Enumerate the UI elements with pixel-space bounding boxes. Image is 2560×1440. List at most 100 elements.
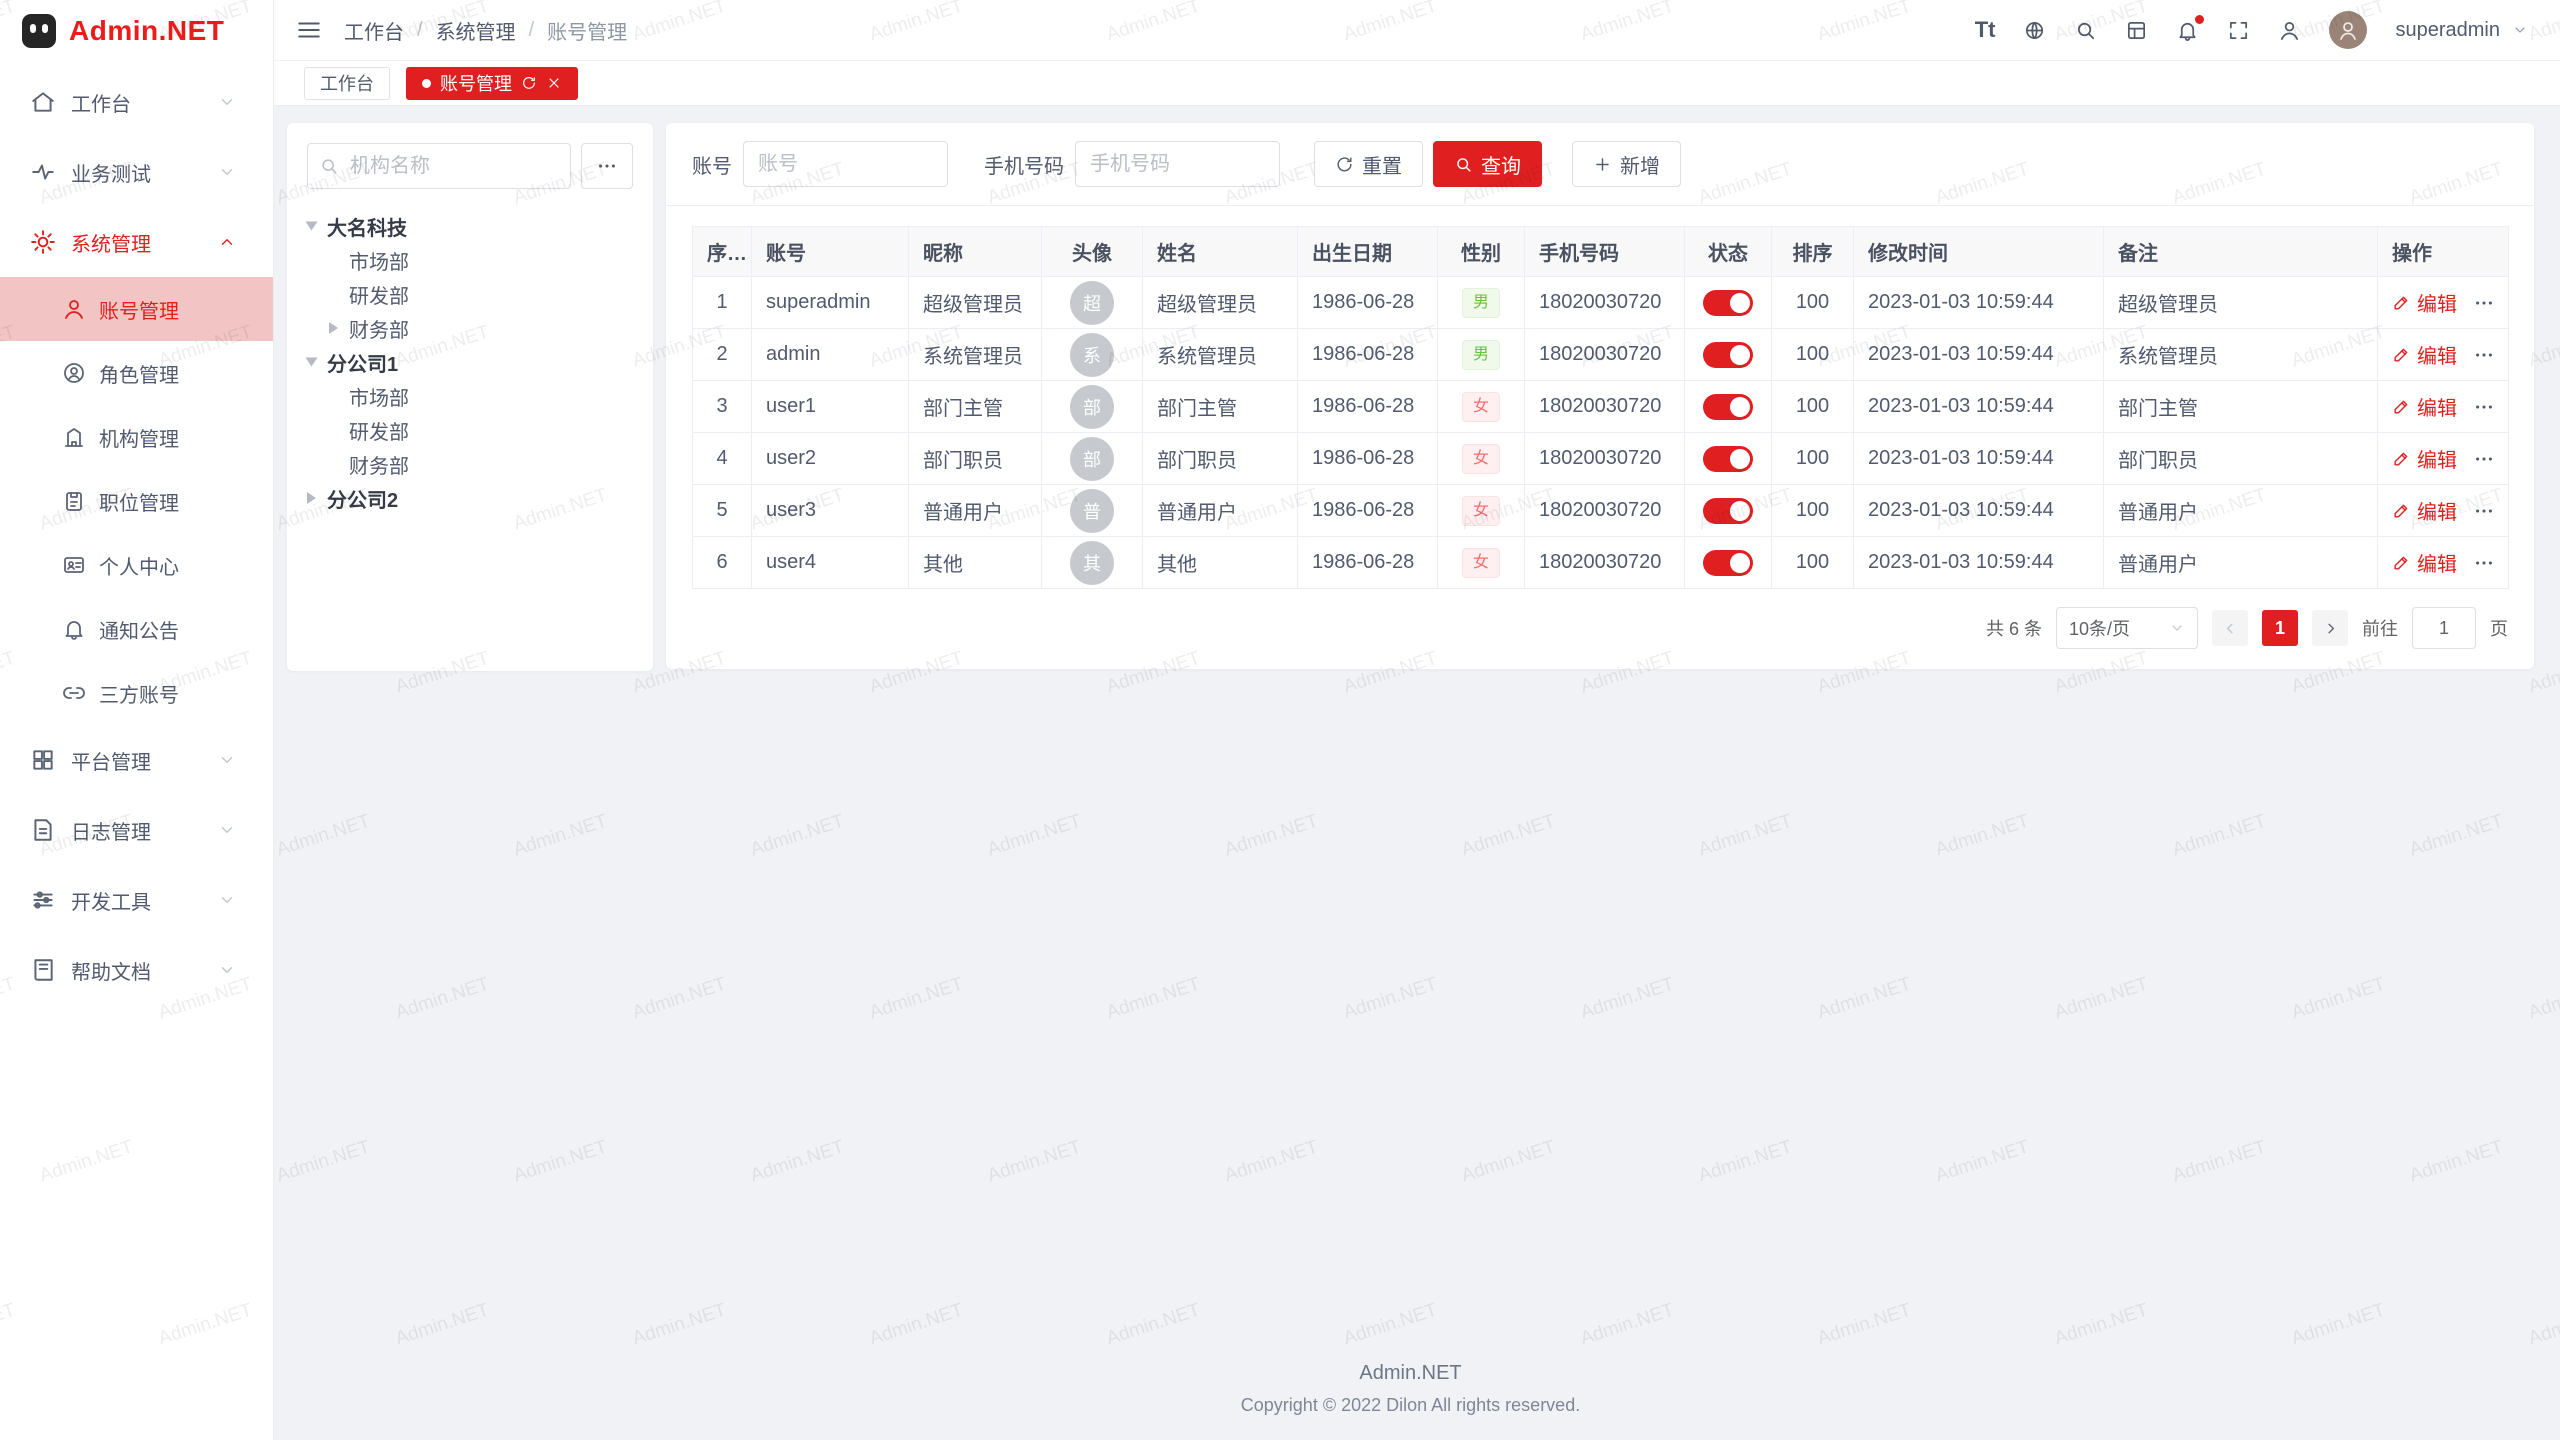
breadcrumb-separator: / <box>417 19 423 42</box>
tree-node[interactable]: 分公司1 <box>307 345 633 379</box>
edit-button[interactable]: 编辑 <box>2392 288 2457 317</box>
sidebar-item-position-management[interactable]: 职位管理 <box>0 469 273 533</box>
status-toggle[interactable] <box>1703 290 1753 316</box>
close-icon[interactable] <box>546 75 562 91</box>
column-header: 修改时间 <box>1854 227 2104 277</box>
cell-account: superadmin <box>752 277 909 329</box>
table-row: 3 user1 部门主管 部 部门主管 1986-06-28 女 1802003… <box>693 381 2509 433</box>
font-size-icon[interactable]: Tt <box>1975 19 1996 41</box>
search-icon[interactable] <box>2074 19 2097 42</box>
breadcrumb-item[interactable]: 系统管理 <box>436 16 516 45</box>
caret-collapsed-icon[interactable] <box>329 322 338 334</box>
row-more-button[interactable] <box>2473 500 2495 522</box>
status-toggle[interactable] <box>1703 446 1753 472</box>
sidebar-item-system-management[interactable]: 系统管理 <box>0 207 273 277</box>
cell-index: 4 <box>693 433 752 485</box>
reset-button[interactable]: 重置 <box>1314 141 1423 187</box>
caret-expanded-icon[interactable] <box>306 358 318 367</box>
org-search-input[interactable] <box>307 143 571 189</box>
tree-node[interactable]: 分公司2 <box>307 481 633 515</box>
prev-page-button[interactable] <box>2212 610 2248 646</box>
edit-button[interactable]: 编辑 <box>2392 340 2457 369</box>
hamburger-menu-icon[interactable] <box>296 17 322 43</box>
sidebar-item-log-management[interactable]: 日志管理 <box>0 795 273 865</box>
phone-filter-label: 手机号码 <box>984 150 1064 179</box>
refresh-icon <box>1335 155 1354 174</box>
sidebar-item-org-management[interactable]: 机构管理 <box>0 405 273 469</box>
fullscreen-icon[interactable] <box>2227 19 2250 42</box>
tree-node[interactable]: 市场部 <box>307 379 633 413</box>
sidebar-item-label: 机构管理 <box>99 423 179 452</box>
logo-text: Admin.NET <box>69 15 224 47</box>
chevron-down-icon[interactable] <box>2512 22 2528 38</box>
tree-node[interactable]: 研发部 <box>307 277 633 311</box>
sidebar-item-dev-tools[interactable]: 开发工具 <box>0 865 273 935</box>
sidebar-item-platform-management[interactable]: 平台管理 <box>0 725 273 795</box>
ellipsis-icon <box>596 155 618 177</box>
tab-workbench[interactable]: 工作台 <box>304 67 390 100</box>
sidebar-item-third-party-account[interactable]: 三方账号 <box>0 661 273 725</box>
status-toggle[interactable] <box>1703 342 1753 368</box>
status-toggle[interactable] <box>1703 394 1753 420</box>
page-number-active[interactable]: 1 <box>2262 610 2298 646</box>
edit-button[interactable]: 编辑 <box>2392 548 2457 577</box>
status-toggle[interactable] <box>1703 498 1753 524</box>
refresh-icon[interactable] <box>521 75 537 91</box>
next-page-button[interactable] <box>2312 610 2348 646</box>
sidebar-item-label: 通知公告 <box>99 615 179 644</box>
tree-node[interactable]: 研发部 <box>307 413 633 447</box>
cell-remark: 部门职员 <box>2104 433 2378 485</box>
breadcrumb-item[interactable]: 工作台 <box>344 16 404 45</box>
sidebar-item-business-test[interactable]: 业务测试 <box>0 137 273 207</box>
tree-node[interactable]: 大名科技 <box>307 209 633 243</box>
row-avatar: 普 <box>1070 489 1114 533</box>
profile-icon[interactable] <box>2278 19 2301 42</box>
tree-node-label: 分公司2 <box>327 484 398 513</box>
sidebar-item-label: 帮助文档 <box>71 956 151 985</box>
cell-modified-time: 2023-01-03 10:59:44 <box>1854 381 2104 433</box>
chevron-down-icon <box>218 93 236 111</box>
globe-icon[interactable] <box>2023 19 2046 42</box>
row-more-button[interactable] <box>2473 552 2495 574</box>
bell-icon <box>62 617 86 641</box>
sidebar-item-role-management[interactable]: 角色管理 <box>0 341 273 405</box>
tab-account-management[interactable]: 账号管理 <box>406 67 578 100</box>
row-more-button[interactable] <box>2473 292 2495 314</box>
edit-button[interactable]: 编辑 <box>2392 444 2457 473</box>
sidebar-item-account-management[interactable]: 账号管理 <box>0 277 273 341</box>
goto-page-input[interactable] <box>2412 607 2476 649</box>
cell-index: 3 <box>693 381 752 433</box>
cell-birthdate: 1986-06-28 <box>1298 277 1438 329</box>
caret-expanded-icon[interactable] <box>306 222 318 231</box>
cell-birthdate: 1986-06-28 <box>1298 433 1438 485</box>
tree-node-label: 财务部 <box>349 314 409 343</box>
account-filter-input[interactable] <box>743 141 948 187</box>
row-more-button[interactable] <box>2473 344 2495 366</box>
edit-button[interactable]: 编辑 <box>2392 496 2457 525</box>
phone-filter-input[interactable] <box>1075 141 1280 187</box>
sidebar-item-label: 系统管理 <box>71 228 151 257</box>
page-size-select[interactable]: 10条/页 <box>2056 607 2198 649</box>
layout-config-icon[interactable] <box>2125 19 2148 42</box>
cell-modified-time: 2023-01-03 10:59:44 <box>1854 433 2104 485</box>
user-avatar[interactable] <box>2329 11 2367 49</box>
sidebar-item-workbench[interactable]: 工作台 <box>0 67 273 137</box>
notification-bell-icon[interactable] <box>2176 19 2199 42</box>
sidebar-item-notice-announcement[interactable]: 通知公告 <box>0 597 273 661</box>
tree-node[interactable]: 财务部 <box>307 311 633 345</box>
sidebar-item-personal-center[interactable]: 个人中心 <box>0 533 273 597</box>
add-button[interactable]: 新增 <box>1572 141 1681 187</box>
status-toggle[interactable] <box>1703 550 1753 576</box>
query-button[interactable]: 查询 <box>1433 141 1542 187</box>
tree-node[interactable]: 市场部 <box>307 243 633 277</box>
edit-button[interactable]: 编辑 <box>2392 392 2457 421</box>
row-more-button[interactable] <box>2473 448 2495 470</box>
username[interactable]: superadmin <box>2395 19 2500 42</box>
caret-collapsed-icon[interactable] <box>307 492 316 504</box>
badge-icon <box>62 489 86 513</box>
row-more-button[interactable] <box>2473 396 2495 418</box>
tree-node[interactable]: 财务部 <box>307 447 633 481</box>
sidebar-item-help-docs[interactable]: 帮助文档 <box>0 935 273 1005</box>
plus-icon <box>1593 155 1612 174</box>
org-more-button[interactable] <box>581 143 633 189</box>
